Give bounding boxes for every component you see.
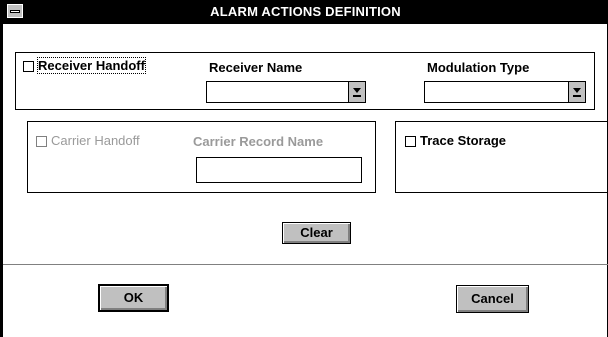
receiver-name-label: Receiver Name <box>209 60 303 75</box>
carrier-handoff-label: Carrier Handoff <box>51 133 140 148</box>
receiver-handoff-checkbox[interactable] <box>23 61 34 72</box>
receiver-handoff-label[interactable]: Receiver Handoff <box>37 57 146 74</box>
carrier-record-name-field[interactable] <box>196 157 362 183</box>
modulation-type-label: Modulation Type <box>427 60 530 75</box>
title-bar: ALARM ACTIONS DEFINITION <box>3 0 608 24</box>
dropdown-arrow-icon[interactable] <box>568 82 585 102</box>
window-title: ALARM ACTIONS DEFINITION <box>210 4 401 19</box>
trace-storage-label[interactable]: Trace Storage <box>420 133 506 148</box>
dropdown-arrow-icon[interactable] <box>348 82 365 102</box>
trace-storage-checkbox[interactable] <box>405 136 416 147</box>
alarm-actions-dialog: ALARM ACTIONS DEFINITION Receiver Handof… <box>0 0 608 337</box>
carrier-record-name-label: Carrier Record Name <box>193 134 324 149</box>
receiver-name-select[interactable] <box>206 81 366 103</box>
ok-button[interactable]: OK <box>98 284 169 312</box>
trace-storage-group <box>395 121 608 193</box>
cancel-button[interactable]: Cancel <box>456 285 529 313</box>
carrier-handoff-checkbox[interactable] <box>36 136 47 147</box>
clear-button[interactable]: Clear <box>282 222 351 244</box>
modulation-type-select[interactable] <box>424 81 586 103</box>
divider <box>3 264 608 265</box>
